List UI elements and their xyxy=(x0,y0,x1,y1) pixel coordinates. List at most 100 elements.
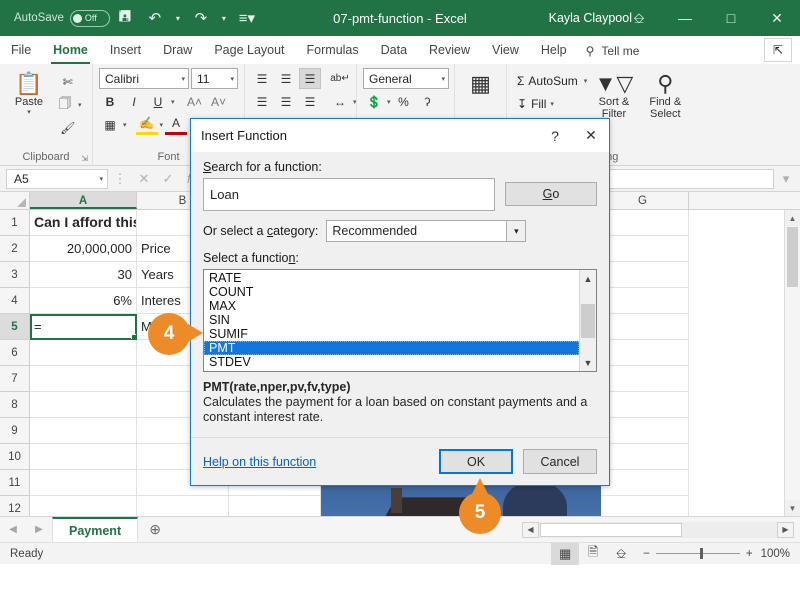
scroll-up-icon[interactable]: ▲ xyxy=(785,210,800,226)
number-format-select[interactable]: General ▾ xyxy=(363,68,449,89)
fill-color-icon[interactable]: ✍ xyxy=(135,114,158,135)
tab-data[interactable]: Data xyxy=(370,37,418,64)
row-header-8[interactable]: 8 xyxy=(0,392,30,418)
previous-sheet-icon[interactable]: ◀ xyxy=(0,524,26,535)
tab-help[interactable]: Help xyxy=(530,37,578,64)
clipboard-dialog-launcher-icon[interactable]: ⇲ xyxy=(81,154,88,163)
cell-g1[interactable] xyxy=(597,210,689,236)
search-input[interactable]: Loan xyxy=(203,178,495,211)
horizontal-scrollbar[interactable]: ◀ ▶ xyxy=(522,521,794,538)
align-right-button[interactable]: ☰ xyxy=(299,91,321,112)
borders-dropdown-icon[interactable]: ▾ xyxy=(123,121,127,129)
list-item[interactable]: MAX xyxy=(204,299,579,313)
cell-a2[interactable]: 20,000,000 xyxy=(30,236,137,262)
grow-font-button[interactable]: A˄ xyxy=(184,91,206,112)
align-left-button[interactable]: ☰ xyxy=(251,91,273,112)
scroll-down-icon[interactable]: ▼ xyxy=(785,500,800,516)
zoom-out-button[interactable]: − xyxy=(643,548,650,560)
underline-dropdown-icon[interactable]: ▾ xyxy=(171,98,175,106)
accounting-dropdown-icon[interactable]: ▾ xyxy=(387,98,391,106)
align-center-button[interactable]: ☰ xyxy=(275,91,297,112)
font-size-input[interactable]: 11 ▾ xyxy=(190,68,238,89)
cell-g3[interactable] xyxy=(597,262,689,288)
undo-icon[interactable]: ↶ xyxy=(140,4,170,32)
name-box-dropdown-icon[interactable]: ▾ xyxy=(99,175,103,183)
confirm-entry-icon[interactable]: ✓ xyxy=(156,171,180,187)
cancel-entry-icon[interactable]: ✕ xyxy=(132,171,156,187)
format-painter-icon[interactable]: 🖌 xyxy=(54,117,82,138)
zoom-knob[interactable] xyxy=(699,548,703,559)
underline-button[interactable]: U xyxy=(147,91,169,112)
row-header-1[interactable]: 1 xyxy=(0,210,30,236)
cell-g11[interactable] xyxy=(597,470,689,496)
cell-g7[interactable] xyxy=(597,366,689,392)
row-header-10[interactable]: 10 xyxy=(0,444,30,470)
list-item[interactable]: RATE xyxy=(204,271,579,285)
column-header-g[interactable]: G xyxy=(597,192,689,209)
vertical-scroll-thumb[interactable] xyxy=(787,227,798,287)
cell-b12[interactable] xyxy=(137,496,229,516)
next-sheet-icon[interactable]: ▶ xyxy=(26,524,52,535)
copy-icon[interactable]: 🗍 xyxy=(54,94,76,115)
cell-a12[interactable] xyxy=(30,496,137,516)
fill-button[interactable]: ↧ Fill ▾ xyxy=(513,93,558,114)
paste-dropdown-icon[interactable]: ▾ xyxy=(27,108,31,116)
column-header-a[interactable]: A xyxy=(30,192,137,209)
autosave-toggle[interactable]: Off xyxy=(69,9,110,27)
cell-a1[interactable]: Can I afford this hou xyxy=(30,210,137,236)
maximize-button[interactable]: □ xyxy=(708,0,754,36)
row-header-12[interactable]: 12 xyxy=(0,496,30,516)
cell-g5[interactable] xyxy=(597,314,689,340)
font-name-input[interactable]: Calibri ▾ xyxy=(99,68,189,89)
scroll-up-icon[interactable]: ▲ xyxy=(580,270,596,287)
list-item[interactable]: SUMIF xyxy=(204,327,579,341)
share-icon[interactable]: ⇱ xyxy=(764,38,792,62)
autosave-control[interactable]: AutoSave Off xyxy=(14,9,110,27)
list-item-pmt-selected[interactable]: PMT xyxy=(204,341,579,355)
list-item[interactable]: SIN xyxy=(204,313,579,327)
italic-button[interactable]: I xyxy=(123,91,145,112)
list-scroll-thumb[interactable] xyxy=(581,304,595,338)
minimize-button[interactable]: — xyxy=(662,0,708,36)
page-layout-view-icon[interactable]: 🗎 xyxy=(579,543,607,565)
tab-draw[interactable]: Draw xyxy=(152,37,203,64)
cell-g2[interactable] xyxy=(597,236,689,262)
tab-review[interactable]: Review xyxy=(418,37,481,64)
row-header-7[interactable]: 7 xyxy=(0,366,30,392)
horizontal-scroll-thumb[interactable] xyxy=(540,522,682,537)
cell-a8[interactable] xyxy=(30,392,137,418)
bold-button[interactable]: B xyxy=(99,91,121,112)
wrap-text-icon[interactable]: ab↵ xyxy=(329,68,351,89)
help-icon[interactable]: ? xyxy=(537,119,573,152)
font-size-dropdown-icon[interactable]: ▾ xyxy=(230,75,234,83)
align-middle-button[interactable]: ☰ xyxy=(275,68,297,89)
function-list[interactable]: RATE COUNT MAX SIN SUMIF PMT STDEV ▲ ▼ xyxy=(203,269,597,372)
number-format-dropdown-icon[interactable]: ▾ xyxy=(441,75,445,83)
vertical-scrollbar[interactable]: ▲ ▼ xyxy=(784,210,800,516)
cut-icon[interactable]: ✄ xyxy=(54,71,82,92)
row-header-4[interactable]: 4 xyxy=(0,288,30,314)
ok-button[interactable]: OK xyxy=(439,449,513,474)
zoom-slider[interactable]: − + xyxy=(643,548,752,560)
sheet-tab-payment[interactable]: Payment xyxy=(52,517,139,542)
help-on-this-function-link[interactable]: Help on this function xyxy=(203,455,316,469)
cell-a6[interactable] xyxy=(30,340,137,366)
zoom-level[interactable]: 100% xyxy=(761,548,790,560)
tab-home[interactable]: Home xyxy=(42,37,99,64)
autosum-dropdown-icon[interactable]: ▾ xyxy=(584,77,588,85)
scroll-down-icon[interactable]: ▼ xyxy=(580,354,596,371)
merge-and-center-icon[interactable]: ↔ xyxy=(329,91,351,112)
cell-a11[interactable] xyxy=(30,470,137,496)
cell-g6[interactable] xyxy=(597,340,689,366)
align-top-button[interactable]: ☰ xyxy=(251,68,273,89)
tab-view[interactable]: View xyxy=(481,37,530,64)
percent-style-button[interactable]: % xyxy=(393,91,415,112)
row-header-3[interactable]: 3 xyxy=(0,262,30,288)
cell-g9[interactable] xyxy=(597,418,689,444)
chevron-down-icon[interactable]: ▾ xyxy=(506,221,526,241)
tab-page-layout[interactable]: Page Layout xyxy=(203,37,295,64)
save-icon[interactable]: 🖪 xyxy=(110,4,140,32)
normal-view-icon[interactable]: ▦ xyxy=(551,542,580,565)
copy-dropdown-icon[interactable]: ▾ xyxy=(78,101,82,109)
row-header-5[interactable]: 5 xyxy=(0,314,30,340)
